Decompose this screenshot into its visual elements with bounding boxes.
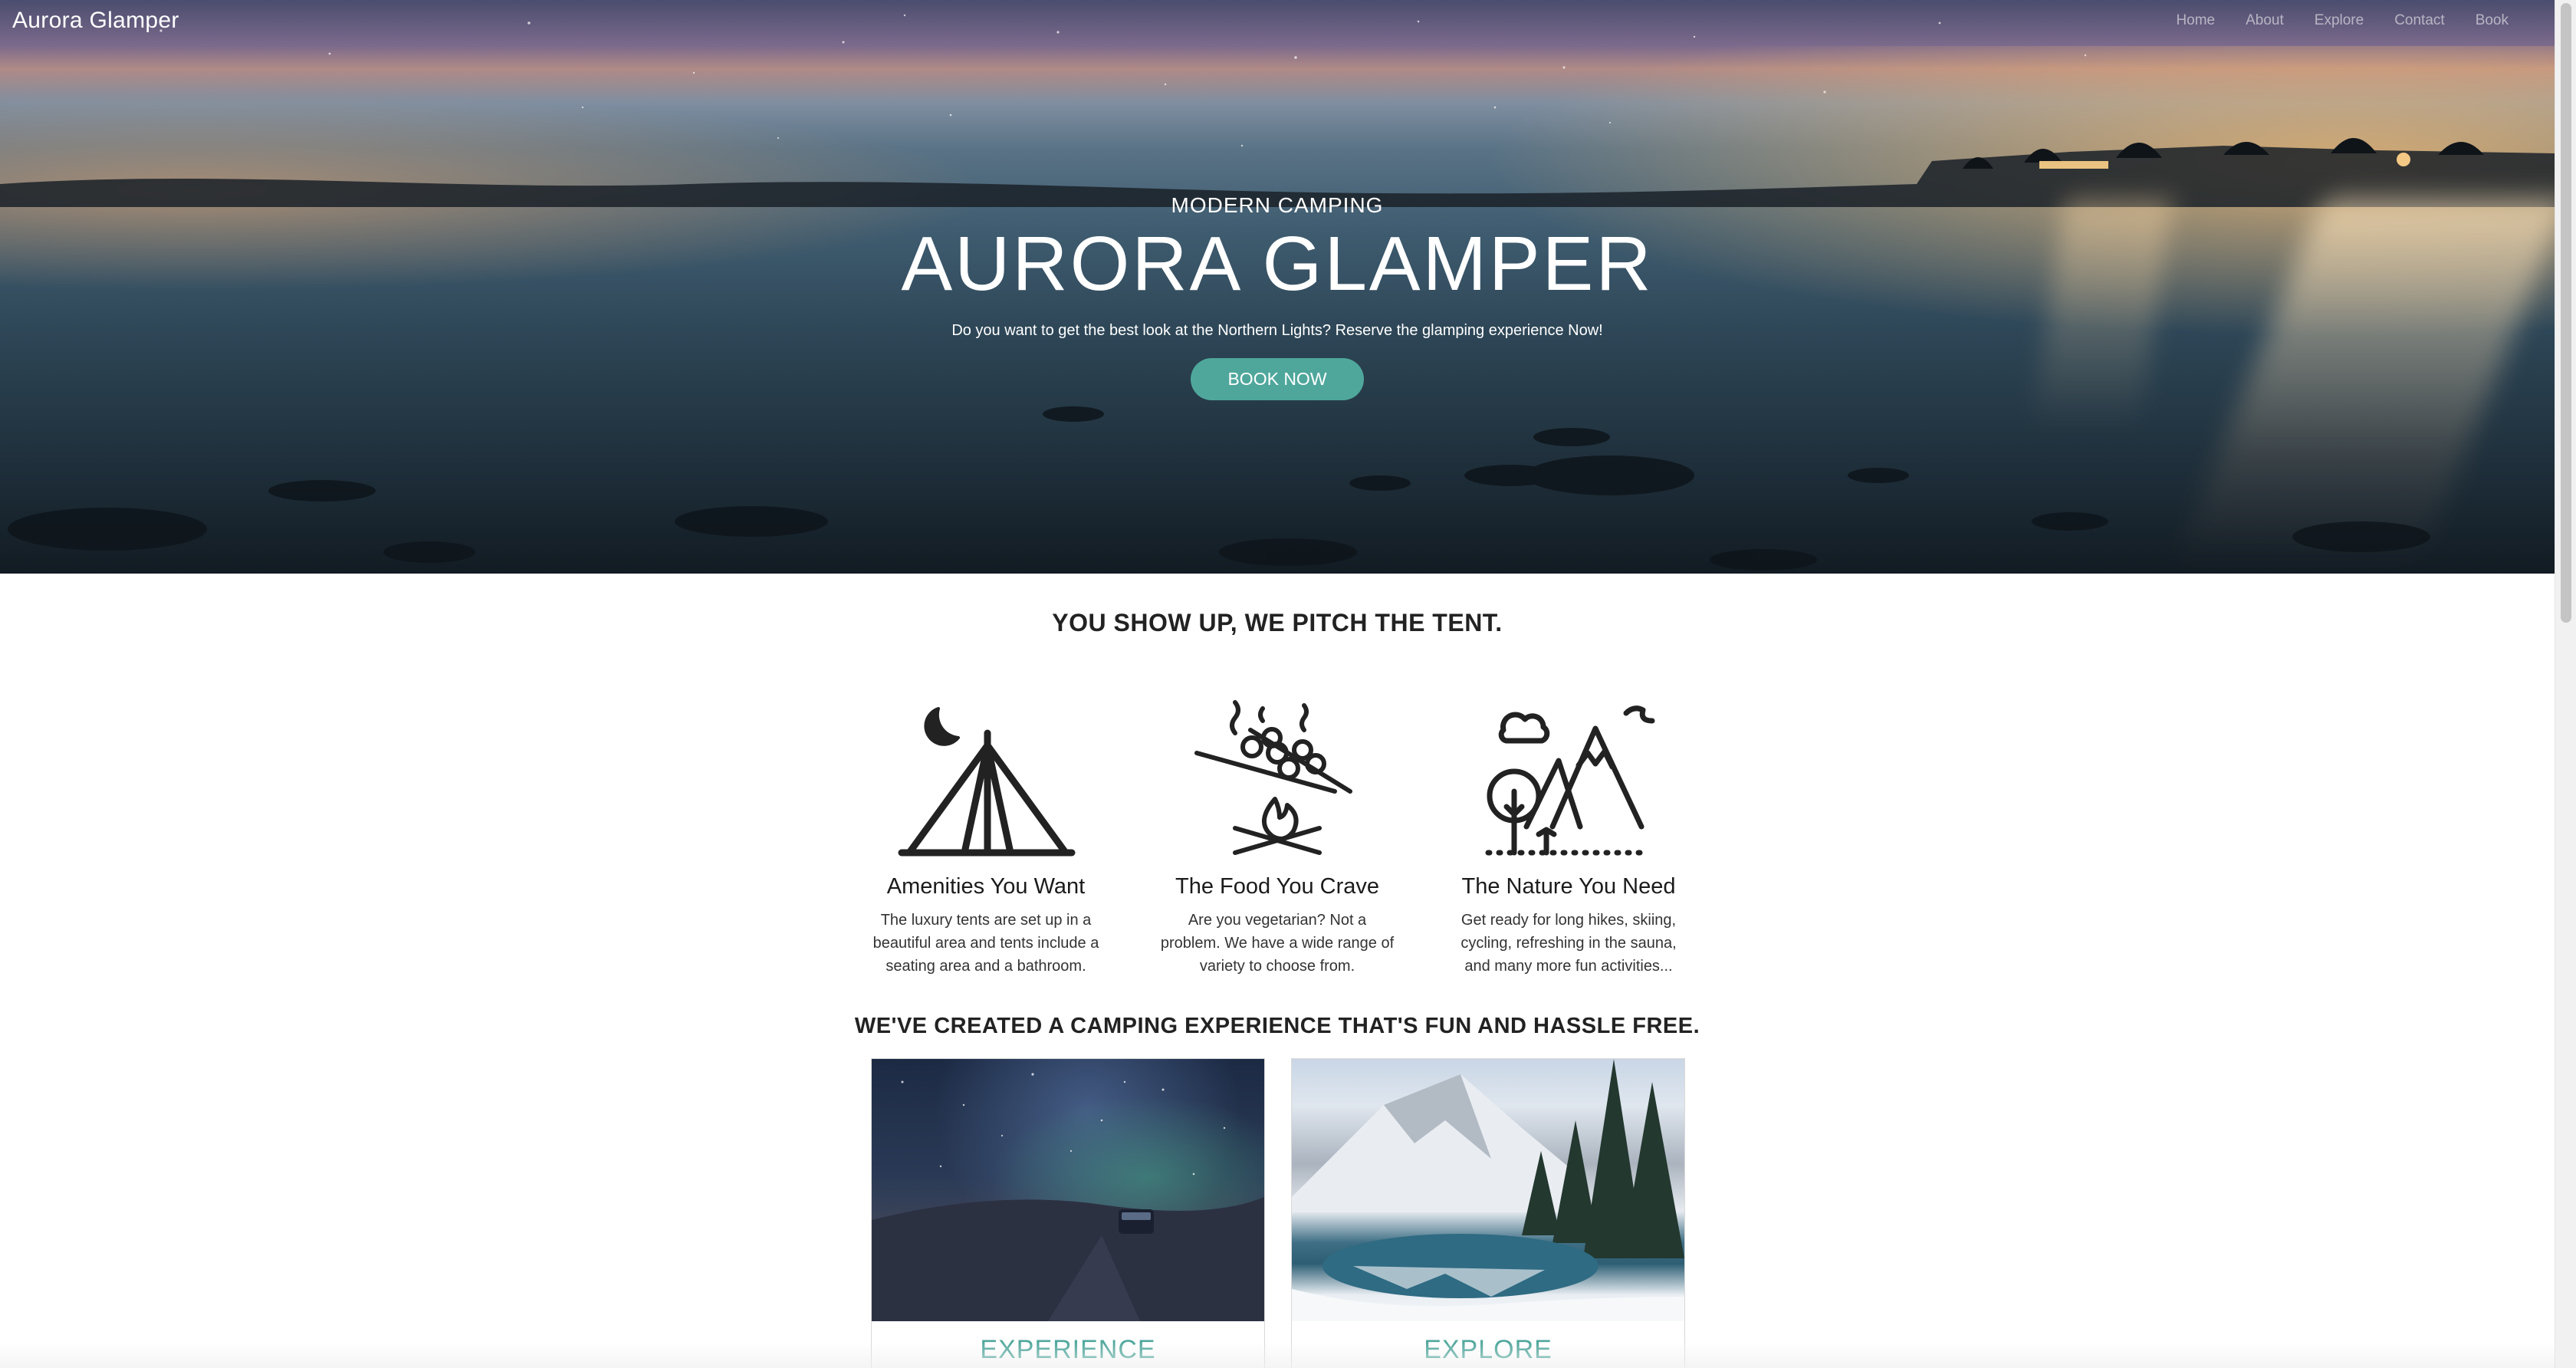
section-heading-tent: YOU SHOW UP, WE PITCH THE TENT. (1052, 609, 1503, 636)
tent-moon-icon (867, 692, 1105, 860)
feature-text: Are you vegetarian? Not a problem. We ha… (1160, 912, 1395, 975)
nav-link-explore[interactable]: Explore (2315, 12, 2364, 29)
top-nav: Home About Explore Contact Book (2145, 12, 2509, 29)
bottom-shadow (0, 1342, 2555, 1368)
feature-amenities: Amenities You Want The luxury tents are … (867, 692, 1105, 978)
nav-link-contact[interactable]: Contact (2394, 12, 2444, 29)
vertical-scrollbar[interactable] (2555, 0, 2576, 1368)
feature-title: The Food You Crave (1175, 874, 1379, 899)
feature-text: Get ready for long hikes, skiing, cyclin… (1460, 912, 1677, 975)
book-now-button[interactable]: BOOK NOW (1191, 358, 1364, 400)
snowy-mountain-lake-photo (1292, 1059, 1684, 1321)
hero-title: AURORA GLAMPER (901, 221, 1654, 307)
card-explore[interactable]: EXPLORE (1291, 1058, 1685, 1368)
feature-title: Amenities You Want (886, 874, 1086, 899)
feature-text: The luxury tents are set up in a beautif… (872, 912, 1099, 975)
nav-link-book[interactable]: Book (2476, 12, 2509, 29)
section-heading-experience: WE'VE CREATED A CAMPING EXPERIENCE THAT'… (854, 1014, 1700, 1038)
mountain-tree-icon (1450, 692, 1687, 860)
hero-subtitle: Do you want to get the best look at the … (951, 322, 1603, 339)
hero-content: MODERN CAMPING AURORA GLAMPER Do you wan… (0, 193, 2555, 400)
hero-banner: Aurora Glamper Home About Explore Contac… (0, 0, 2555, 574)
scrollbar-thumb[interactable] (2561, 3, 2571, 623)
cards-row: EXPERIENCE EXPLORE (871, 1058, 1685, 1368)
hero-eyebrow: MODERN CAMPING (1171, 193, 1384, 217)
night-sky-car-photo (872, 1059, 1264, 1321)
nav-link-about[interactable]: About (2246, 12, 2284, 29)
campfire-marshmallow-icon (1158, 692, 1396, 860)
feature-title: The Nature You Need (1461, 874, 1676, 899)
features-row: Amenities You Want The luxury tents are … (0, 692, 2555, 978)
feature-food: The Food You Crave Are you vegetarian? N… (1158, 692, 1396, 978)
card-experience[interactable]: EXPERIENCE (871, 1058, 1265, 1368)
feature-nature: The Nature You Need Get ready for long h… (1450, 692, 1687, 978)
nav-link-home[interactable]: Home (2176, 12, 2215, 29)
brand-logo[interactable]: Aurora Glamper (12, 8, 179, 34)
